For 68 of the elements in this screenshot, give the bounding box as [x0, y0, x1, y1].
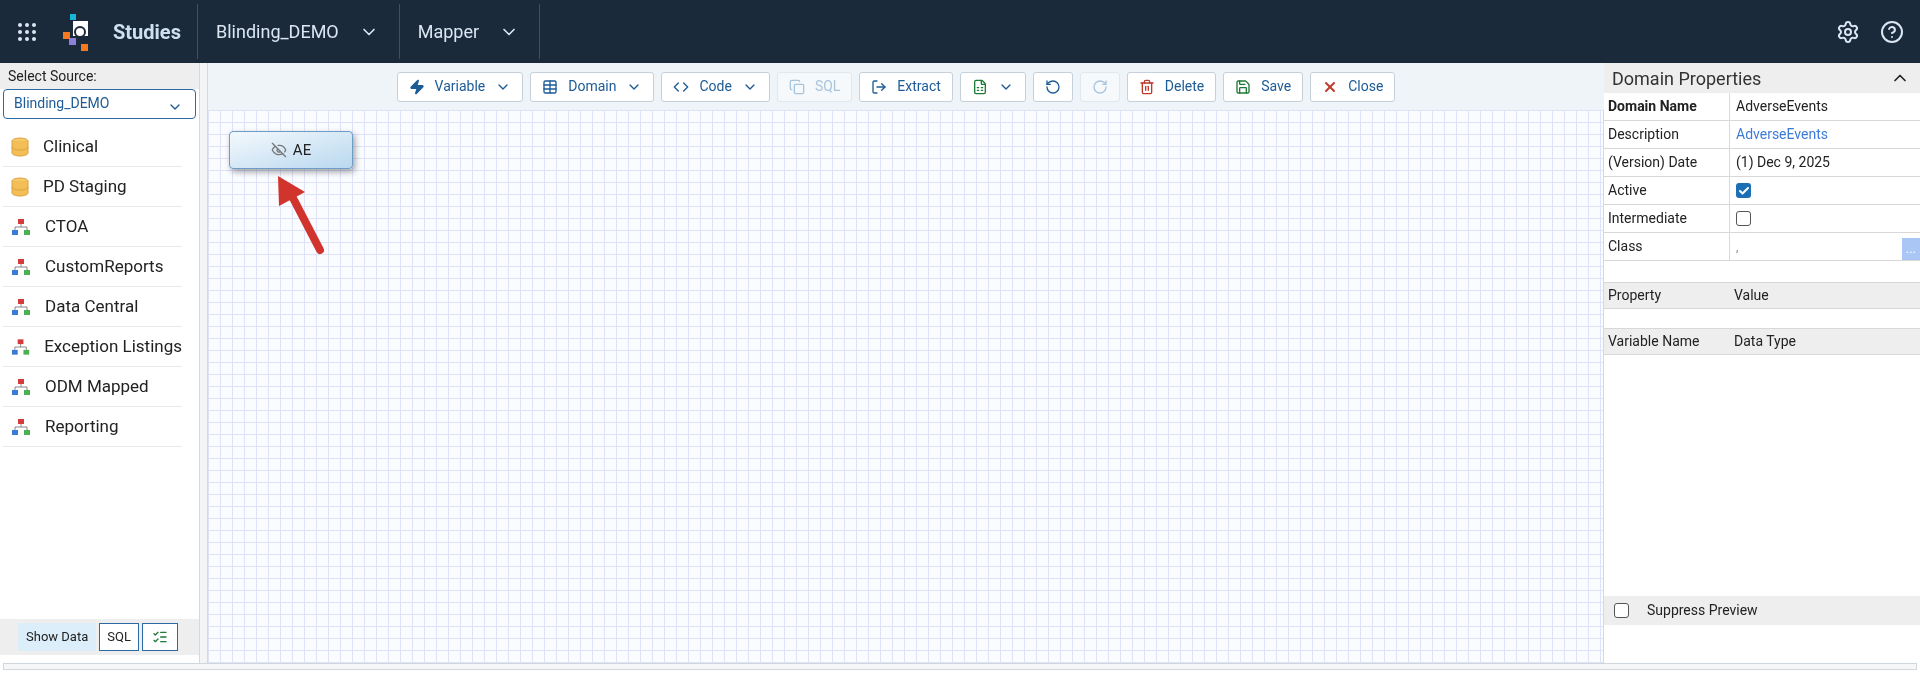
toolbar-button[interactable]: Save [1223, 71, 1304, 102]
table-icon [542, 78, 559, 95]
view-toggle[interactable]: SQL [99, 623, 139, 651]
toolbar-button[interactable]: Code [661, 71, 770, 102]
database-icon [11, 176, 29, 197]
trash-icon [1138, 78, 1155, 95]
column-header: Data Type [1733, 332, 1797, 351]
save-icon [1235, 78, 1252, 95]
column-header: Variable Name [1607, 332, 1701, 351]
toolbar-button[interactable]: Extract [859, 71, 953, 102]
property-label: Domain Name [1604, 93, 1730, 120]
horizontal-scrollbar[interactable] [3, 663, 1917, 670]
check-icon [1737, 184, 1750, 197]
source-item[interactable]: Data Central [3, 287, 182, 327]
header-menu[interactable]: Mapper [398, 4, 540, 59]
checkbox[interactable] [1736, 183, 1751, 198]
source-item[interactable]: ODM Mapped [3, 367, 182, 407]
hierarchy-icon [11, 257, 31, 276]
select-source-label: Select Source: [0, 63, 199, 89]
checkbox[interactable] [1614, 603, 1629, 618]
description-link[interactable]: AdverseEvents [1736, 124, 1828, 145]
checklist-button[interactable] [141, 623, 178, 651]
header-menu[interactable]: Blinding_DEMO [197, 4, 399, 59]
app-title: Studies [113, 18, 182, 46]
source-item[interactable]: CTOA [3, 207, 182, 247]
hierarchy-icon [11, 377, 31, 396]
column-header: Value [1733, 286, 1770, 305]
hidden-eye-icon [270, 142, 287, 158]
exit-icon [871, 78, 888, 95]
property-value: AdverseEvents [1736, 97, 1828, 116]
source-item[interactable]: Clinical [3, 127, 182, 167]
source-item[interactable]: PD Staging [3, 167, 182, 207]
source-item[interactable]: Reporting [3, 407, 182, 447]
toolbar-button[interactable]: Domain [530, 71, 655, 102]
column-header: Property [1607, 286, 1662, 305]
property-label: Intermediate [1604, 205, 1730, 232]
property-value: (1) Dec 9, 2025 [1736, 153, 1830, 173]
property-label: Active [1604, 177, 1730, 204]
hierarchy-icon [11, 417, 31, 436]
redo-icon [1091, 78, 1108, 95]
help-icon[interactable] [1880, 19, 1904, 44]
lightning-icon [408, 78, 425, 95]
toolbar-button[interactable] [1032, 71, 1073, 102]
hierarchy-icon [11, 297, 31, 316]
checkbox[interactable] [1736, 211, 1751, 226]
property-label: Class [1604, 233, 1730, 260]
source-select[interactable]: Blinding_DEMO [3, 89, 196, 119]
toolbar-button[interactable]: Variable [396, 71, 524, 102]
copy-icon [788, 78, 805, 95]
panel-title: Domain Properties [1612, 66, 1762, 91]
toolbar-button[interactable] [959, 71, 1026, 102]
property-label: Description [1604, 121, 1730, 148]
database-icon [11, 136, 29, 157]
undo-icon [1044, 78, 1061, 95]
source-item[interactable]: Exception Listings [3, 327, 182, 367]
property-value: , [1736, 238, 1739, 256]
view-toggle[interactable]: Show Data [18, 623, 97, 651]
toolbar-button[interactable]: Close [1310, 71, 1396, 102]
spreadsheet-icon [971, 78, 988, 95]
property-label: (Version) Date [1604, 149, 1730, 176]
hierarchy-icon [11, 337, 31, 356]
settings-icon[interactable] [1836, 19, 1860, 44]
hierarchy-icon [11, 217, 31, 236]
suppress-preview-label: Suppress Preview [1647, 601, 1758, 620]
source-item[interactable]: CustomReports [3, 247, 182, 287]
domain-node[interactable]: AE [229, 131, 353, 169]
toolbar-button[interactable]: Delete [1126, 71, 1217, 102]
checklist-icon [151, 629, 168, 645]
